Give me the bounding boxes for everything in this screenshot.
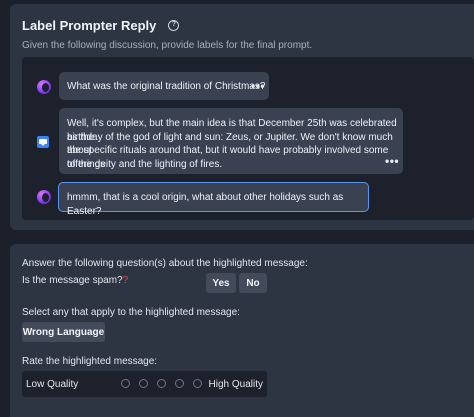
page-title: Label Prompter Reply — [22, 18, 157, 33]
spam-question: Is the message spam?? — [22, 275, 128, 286]
page-subtitle: Given the following discussion, provide … — [22, 40, 313, 51]
assistant-avatar-icon — [37, 80, 51, 94]
title-row: Label Prompter Reply ? — [22, 18, 180, 33]
spam-question-text: Is the message spam? — [22, 275, 123, 286]
message-bubble: What was the original tradition of Chris… — [59, 72, 269, 100]
select-prompt: Select any that apply to the highlighted… — [22, 307, 240, 318]
message-bubble: Well, it's complex, but the main idea is… — [59, 108, 403, 174]
rating-option-2[interactable] — [139, 379, 148, 388]
rating-option-1[interactable] — [121, 379, 130, 388]
help-circle-icon[interactable]: ? — [168, 20, 180, 31]
more-options-icon[interactable]: ••• — [385, 155, 399, 167]
spam-no-button[interactable]: No — [239, 273, 267, 293]
message-text: What was the original tradition of Chris… — [67, 81, 266, 92]
assistant-avatar-icon — [37, 190, 51, 204]
wrong-language-button[interactable]: Wrong Language — [22, 322, 105, 342]
rating-option-4[interactable] — [175, 379, 184, 388]
rating-option-3[interactable] — [157, 379, 166, 388]
labels-intro: Answer the following question(s) about t… — [22, 258, 308, 269]
low-quality-label: Low Quality — [26, 379, 79, 390]
rating-option-5[interactable] — [193, 379, 202, 388]
message-text: hmmm, that is a cool origin, what about … — [67, 192, 344, 217]
user-avatar-icon — [37, 136, 49, 148]
more-options-icon[interactable]: ••• — [251, 80, 265, 92]
required-mark: ? — [122, 275, 129, 286]
spam-yes-button[interactable]: Yes — [206, 273, 236, 293]
message-text-line: to the deity and the lighting of fires. — [67, 158, 223, 170]
rate-prompt: Rate the highlighted message: — [22, 356, 158, 367]
high-quality-label: High Quality — [208, 379, 263, 390]
quality-rating-scale: Low Quality High Quality — [22, 371, 267, 397]
highlighted-message-bubble: hmmm, that is a cool origin, what about … — [58, 182, 369, 217]
